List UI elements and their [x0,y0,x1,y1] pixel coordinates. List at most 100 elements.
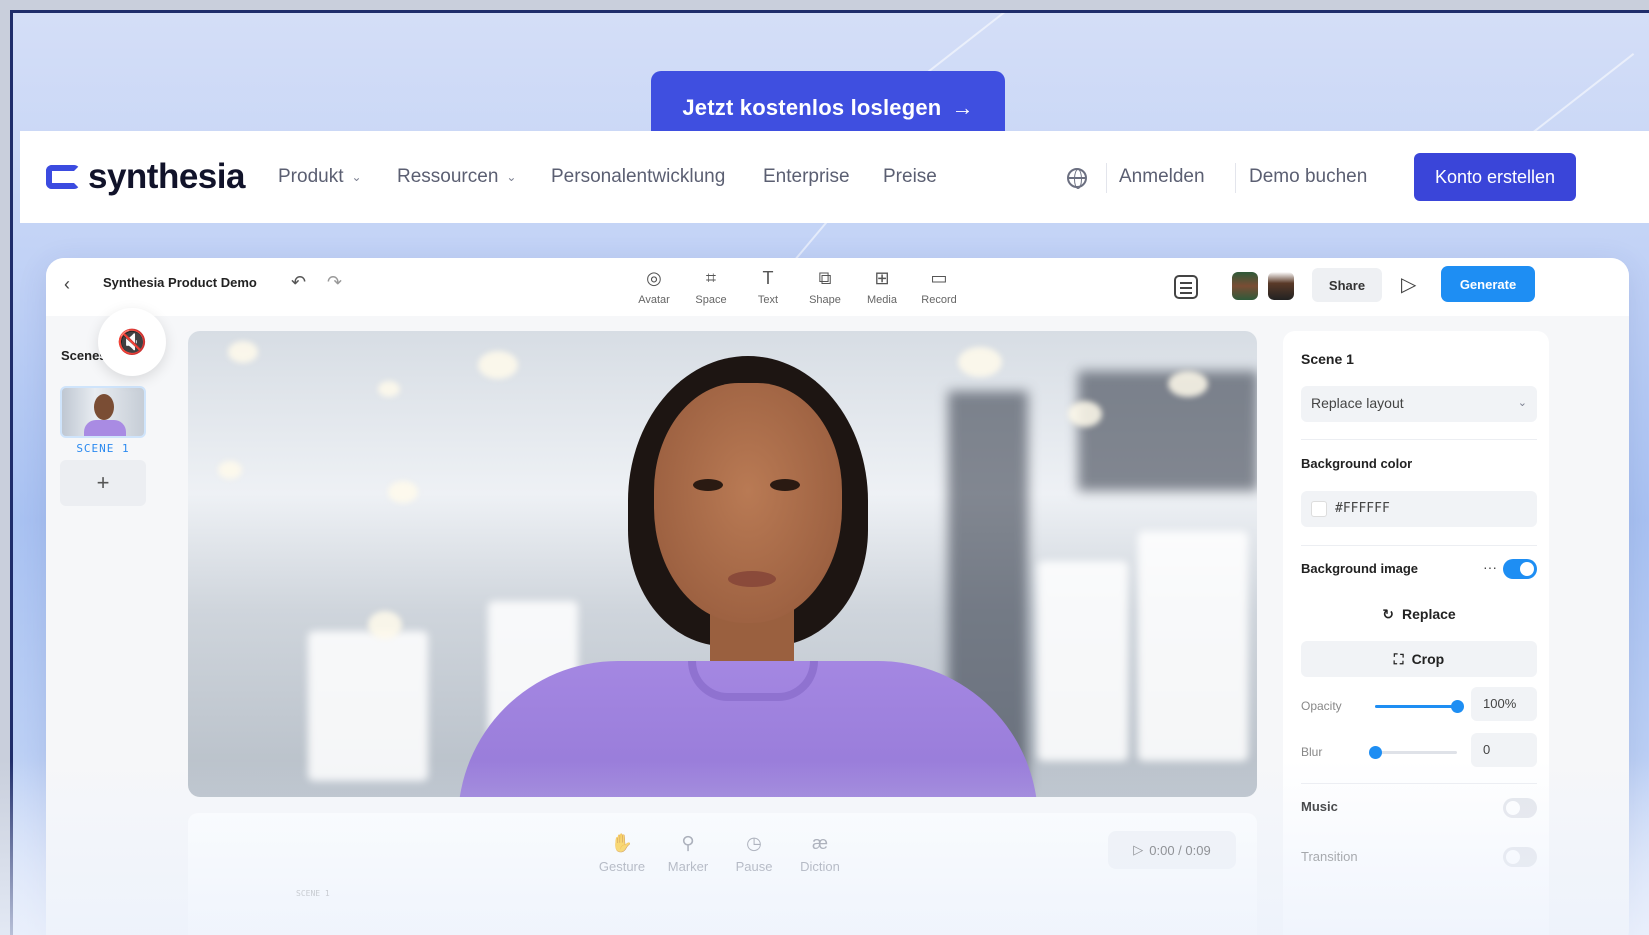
tool-text[interactable]: T Text [743,266,793,306]
tool-label: Record [921,294,957,306]
share-label: Share [1328,277,1366,293]
light-bokeh [958,347,1002,377]
slider-thumb[interactable] [1369,746,1382,759]
toggle-knob [1506,850,1520,864]
notes-icon[interactable] [1174,275,1198,299]
avatar-eye [693,479,723,491]
bg-image-toggle[interactable] [1503,559,1537,579]
shape-icon: ⧉ [818,268,832,288]
nav-item-label: Produkt [278,166,344,187]
tool-media[interactable]: ⊞ Media [857,266,907,306]
undo-icon[interactable]: ↶ [291,272,306,293]
opacity-slider[interactable] [1375,700,1464,713]
main-nav: synthesia Produkt ⌄ Ressourcen ⌄ Persona… [20,131,1649,223]
chevron-down-icon: ⌄ [506,170,517,184]
add-scene-button[interactable]: + [60,460,146,506]
space-icon: ⌗ [705,268,717,288]
scene-thumbnail[interactable] [60,386,146,438]
nav-item-label: Enterprise [763,166,850,187]
nav-item-label: Ressourcen [397,166,499,187]
background-wall [1078,371,1257,491]
tool-shape[interactable]: ⧉ Shape [800,266,850,306]
share-button[interactable]: Share [1312,268,1382,302]
diction-icon: æ [811,833,828,853]
back-chevron-icon[interactable]: ‹ [64,274,70,295]
nav-item-label: Personalentwicklung [551,166,726,187]
replace-button[interactable]: ↻ Replace [1301,599,1537,629]
timeline-tool-label: Gesture [598,859,646,874]
timeline-tool-diction[interactable]: æ Diction [790,833,850,874]
refresh-icon: ↻ [1382,605,1395,622]
tool-label: Media [867,294,897,306]
chevron-down-icon: ⌄ [1517,397,1527,409]
synthesia-logo[interactable]: synthesia [46,157,245,197]
generate-button[interactable]: Generate [1441,266,1535,302]
light-bokeh [478,351,518,379]
crop-button[interactable]: ⛶ Crop [1301,641,1537,677]
mute-speaker-icon[interactable]: 🔇 [98,308,166,376]
marker-icon: ⚲ [681,833,695,853]
avatar-mouth [728,571,776,587]
avatar-eye [770,479,800,491]
globe-icon[interactable] [1067,168,1087,189]
media-icon: ⊞ [874,268,890,288]
slider-thumb[interactable] [1451,700,1464,713]
light-bokeh [218,461,242,479]
tool-label: Space [695,294,727,306]
opacity-value[interactable]: 100% [1471,687,1537,721]
bg-color-value: #FFFFFF [1335,501,1390,516]
video-canvas[interactable] [188,331,1257,797]
start-free-label: Jetzt kostenlos loslegen [682,95,942,120]
login-link[interactable]: Anmelden [1119,166,1205,188]
divider [1301,783,1537,784]
arrow-right-icon: → [951,95,974,120]
playback-timer[interactable]: ▷ 0:00 / 0:09 [1108,831,1236,869]
tool-space[interactable]: ⌗ Space [686,266,736,306]
tool-avatar[interactable]: ◎ Avatar [629,266,679,306]
editor-preview: ‹ Synthesia Product Demo ↶ ↷ ◎ Avatar ⌗ … [46,258,1629,935]
timeline-tool-marker[interactable]: ⚲ Marker [658,833,718,874]
blur-slider[interactable] [1369,746,1457,759]
light-bokeh [228,341,258,363]
text-icon: T [762,268,774,288]
nav-item-enterprise[interactable]: Enterprise [763,166,850,188]
create-account-label: Konto erstellen [1434,166,1556,187]
layout-select[interactable]: Replace layout ⌄ [1301,386,1537,422]
timeline-tool-pause[interactable]: ◷ Pause [724,833,784,874]
layout-select-value: Replace layout [1311,395,1404,411]
tool-record[interactable]: ▭ Record [914,266,964,306]
timer-text: 0:00 / 0:09 [1149,842,1211,858]
create-account-button[interactable]: Konto erstellen [1414,153,1576,201]
book-demo-link[interactable]: Demo buchen [1249,166,1367,188]
thumb-figure [84,420,126,436]
timeline-tool-gesture[interactable]: ✋ Gesture [592,833,652,874]
background-window [308,631,428,781]
timeline-tool-label: Pause [735,859,773,874]
more-options-icon[interactable]: ··· [1483,559,1497,575]
transition-toggle[interactable] [1503,847,1537,867]
generate-label: Generate [1459,276,1517,292]
redo-icon[interactable]: ↷ [327,272,342,293]
plus-icon: + [96,470,110,495]
page-background: Jetzt kostenlos loslegen → synthesia Pro… [10,10,1649,935]
nav-divider [1106,163,1107,193]
nav-item-ressourcen[interactable]: Ressourcen ⌄ [397,166,516,188]
music-toggle[interactable] [1503,798,1537,818]
script-timeline: ✋ Gesture ⚲ Marker ◷ Pause æ Diction ▷ 0… [188,813,1257,935]
background-window [1138,531,1248,761]
light-bokeh [368,611,402,639]
nav-item-preise[interactable]: Preise [883,166,937,188]
scene-name: SCENE 1 [76,442,130,455]
divider [1301,439,1537,440]
bg-image-label: Background image [1301,561,1419,576]
record-icon: ▭ [930,268,948,288]
bg-color-field[interactable]: #FFFFFF [1301,491,1537,527]
opacity-label: Opacity [1301,699,1342,713]
collaborator-avatar[interactable] [1232,272,1258,300]
collaborator-avatar[interactable] [1268,272,1294,300]
pause-clock-icon: ◷ [746,833,762,853]
nav-item-personalentwicklung[interactable]: Personalentwicklung [551,166,725,188]
nav-item-produkt[interactable]: Produkt ⌄ [278,166,362,188]
blur-value[interactable]: 0 [1471,733,1537,767]
play-icon[interactable]: ▷ [1401,272,1416,297]
